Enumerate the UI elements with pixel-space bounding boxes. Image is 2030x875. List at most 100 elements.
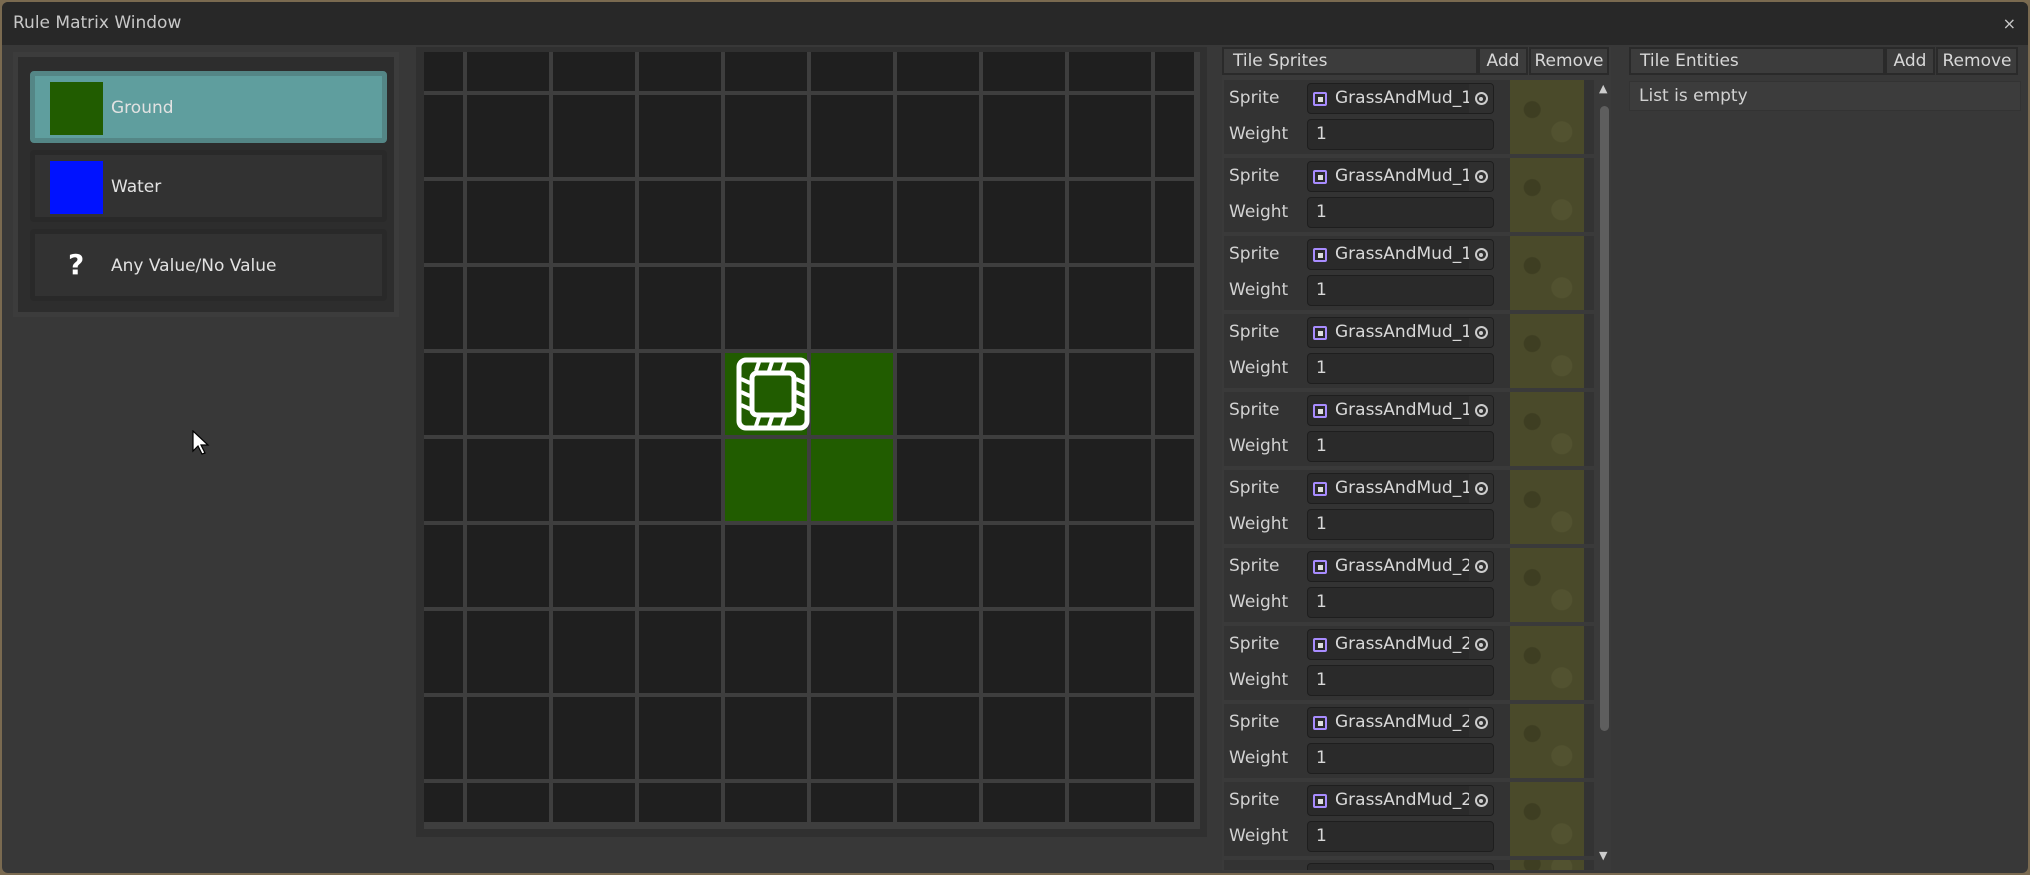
matrix-cell[interactable] [811, 353, 893, 435]
object-picker-icon[interactable] [1469, 552, 1493, 581]
value-item-any[interactable]: ? Any Value/No Value [30, 229, 387, 301]
matrix-cell[interactable] [983, 52, 1065, 91]
matrix-cell[interactable] [725, 611, 807, 693]
value-item-water[interactable]: Water [30, 150, 387, 222]
matrix-cell[interactable] [553, 181, 635, 263]
matrix-cell[interactable] [983, 525, 1065, 607]
weight-input[interactable]: 1 [1307, 665, 1494, 696]
matrix-cell[interactable] [553, 439, 635, 521]
matrix-cell[interactable] [811, 783, 893, 822]
matrix-cell[interactable] [424, 353, 463, 435]
sprite-field[interactable]: GrassAndMud_1 [1307, 395, 1494, 426]
matrix-cell[interactable] [1155, 181, 1194, 263]
object-picker-icon[interactable] [1469, 786, 1493, 815]
matrix-cell[interactable] [983, 95, 1065, 177]
weight-input[interactable]: 1 [1307, 821, 1494, 852]
matrix-cell[interactable] [811, 439, 893, 521]
matrix-cell[interactable] [467, 525, 549, 607]
remove-sprite-button[interactable]: Remove [1529, 47, 1609, 75]
scroll-up-icon[interactable]: ▲ [1599, 83, 1607, 95]
matrix-cell[interactable] [639, 353, 721, 435]
matrix-cell[interactable] [553, 697, 635, 779]
matrix-cell[interactable] [897, 611, 979, 693]
matrix-cell[interactable] [553, 95, 635, 177]
matrix-cell[interactable] [811, 267, 893, 349]
weight-input[interactable]: 1 [1307, 743, 1494, 774]
sprite-field[interactable] [1307, 863, 1494, 870]
sprite-field[interactable]: GrassAndMud_1 [1307, 239, 1494, 270]
matrix-cell[interactable] [1069, 611, 1151, 693]
matrix-cell[interactable] [639, 783, 721, 822]
value-item-ground[interactable]: Ground [30, 71, 387, 143]
matrix-cell[interactable] [467, 267, 549, 349]
sprite-list-scrollbar[interactable]: ▲ ▼ [1598, 80, 1611, 870]
object-picker-icon[interactable] [1469, 162, 1493, 191]
weight-input[interactable]: 1 [1307, 587, 1494, 618]
matrix-cell[interactable] [983, 611, 1065, 693]
scrollbar-thumb[interactable] [1600, 106, 1609, 731]
matrix-cell[interactable] [1155, 611, 1194, 693]
matrix-cell[interactable] [639, 611, 721, 693]
matrix-cell[interactable] [553, 611, 635, 693]
matrix-cell[interactable] [983, 267, 1065, 349]
matrix-cell[interactable] [897, 439, 979, 521]
object-picker-icon[interactable] [1469, 474, 1493, 503]
matrix-cell[interactable] [1069, 439, 1151, 521]
sprite-field[interactable]: GrassAndMud_1 [1307, 83, 1494, 114]
matrix-cell[interactable] [897, 353, 979, 435]
object-picker-icon[interactable] [1469, 630, 1493, 659]
object-picker-icon[interactable] [1469, 318, 1493, 347]
matrix-cell[interactable] [467, 439, 549, 521]
matrix-cell[interactable] [897, 697, 979, 779]
sprite-field[interactable]: GrassAndMud_2 [1307, 707, 1494, 738]
matrix-cell[interactable] [639, 439, 721, 521]
matrix-cell[interactable] [1155, 697, 1194, 779]
matrix-cell[interactable] [1155, 783, 1194, 822]
matrix-cell[interactable] [424, 525, 463, 607]
matrix-cell[interactable] [897, 95, 979, 177]
matrix-cell[interactable] [467, 353, 549, 435]
matrix-cell[interactable] [424, 267, 463, 349]
sprite-field[interactable]: GrassAndMud_2 [1307, 551, 1494, 582]
matrix-cell[interactable] [1069, 181, 1151, 263]
matrix-cell[interactable] [725, 267, 807, 349]
matrix-cell[interactable] [639, 181, 721, 263]
matrix-cell[interactable] [639, 267, 721, 349]
sprite-field[interactable]: GrassAndMud_1 [1307, 161, 1494, 192]
sprite-field[interactable]: GrassAndMud_1 [1307, 317, 1494, 348]
matrix-cell[interactable] [725, 783, 807, 822]
object-picker-icon[interactable] [1469, 396, 1493, 425]
matrix-cell[interactable] [897, 525, 979, 607]
matrix-cell[interactable] [639, 52, 721, 91]
matrix-cell[interactable] [725, 95, 807, 177]
matrix-cell[interactable] [553, 353, 635, 435]
matrix-cell[interactable] [1069, 52, 1151, 91]
matrix-cell[interactable] [811, 181, 893, 263]
weight-input[interactable]: 1 [1307, 275, 1494, 306]
matrix-cell[interactable] [553, 52, 635, 91]
object-picker-icon[interactable] [1469, 240, 1493, 269]
matrix-cell[interactable] [467, 52, 549, 91]
close-icon[interactable]: × [2003, 14, 2016, 33]
remove-entity-button[interactable]: Remove [1936, 47, 2018, 75]
matrix-cell[interactable] [897, 267, 979, 349]
matrix-cell[interactable] [983, 181, 1065, 263]
matrix-cell[interactable] [553, 267, 635, 349]
weight-input[interactable]: 1 [1307, 197, 1494, 228]
weight-input[interactable]: 1 [1307, 353, 1494, 384]
matrix-cell[interactable] [1155, 525, 1194, 607]
matrix-cell[interactable] [1069, 95, 1151, 177]
matrix-cell[interactable] [811, 95, 893, 177]
matrix-cell[interactable] [1069, 353, 1151, 435]
matrix-cell[interactable] [725, 52, 807, 91]
matrix-cell[interactable] [725, 697, 807, 779]
add-entity-button[interactable]: Add [1885, 47, 1935, 75]
sprite-field[interactable]: GrassAndMud_2 [1307, 629, 1494, 660]
rule-matrix-grid[interactable] [424, 52, 1200, 829]
matrix-cell[interactable] [725, 181, 807, 263]
matrix-cell[interactable] [1069, 525, 1151, 607]
matrix-cell[interactable] [1069, 697, 1151, 779]
matrix-cell[interactable] [1069, 783, 1151, 822]
matrix-cell[interactable] [639, 525, 721, 607]
matrix-cell[interactable] [424, 95, 463, 177]
